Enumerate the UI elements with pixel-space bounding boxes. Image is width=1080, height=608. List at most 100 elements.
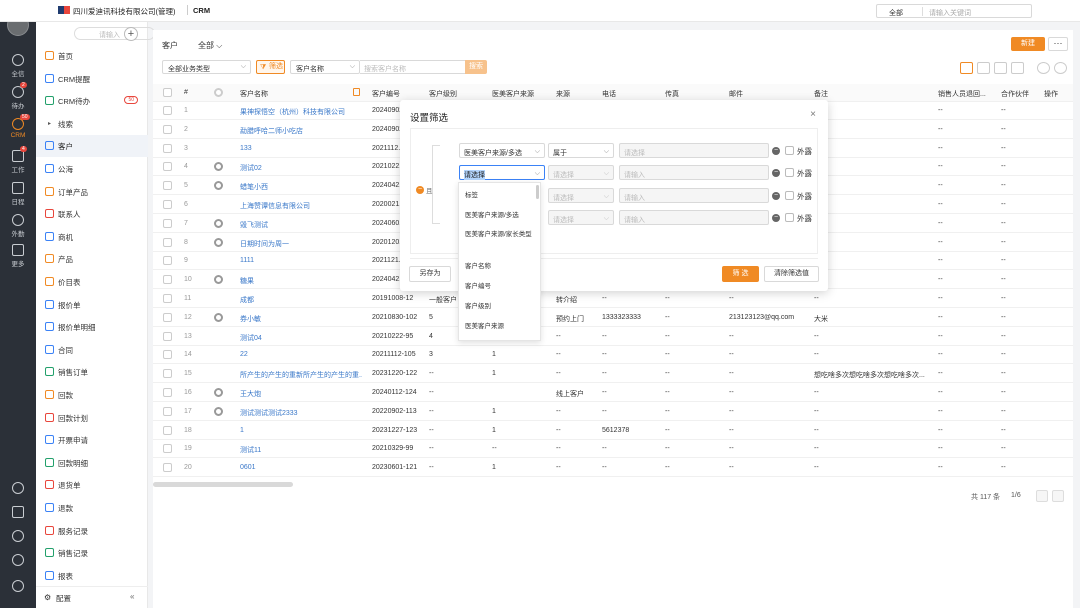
row-checkbox[interactable] xyxy=(163,350,172,360)
sidebar-item[interactable]: 退货单 xyxy=(36,474,148,496)
eye-icon[interactable] xyxy=(214,388,223,397)
table-row[interactable]: 14 22 20211112-105 3 1 -- -- -- -- -- -- -- xyxy=(153,346,1073,365)
sidebar-item[interactable]: 回款计划 xyxy=(36,407,148,429)
prev-page-button[interactable] xyxy=(1036,490,1048,502)
sidebar-item[interactable]: ▸ 线索 xyxy=(36,113,148,135)
row-checkbox[interactable] xyxy=(163,143,172,153)
row-checkbox[interactable] xyxy=(163,162,172,172)
row-checkbox[interactable] xyxy=(163,425,172,435)
dropdown-option[interactable]: 客户级别 xyxy=(465,302,535,312)
search-field-select[interactable]: 客户名称 ⌵ xyxy=(290,60,360,74)
cell-name[interactable]: 测试11 xyxy=(240,445,362,455)
search-scope-select[interactable]: 全部 xyxy=(889,8,903,18)
cell-name[interactable]: 果神探悟空（杭州）科技有限公司 xyxy=(240,107,362,117)
column-settings-icon[interactable] xyxy=(1037,62,1050,74)
eye-icon[interactable] xyxy=(214,406,223,416)
row-checkbox[interactable] xyxy=(163,463,172,473)
table-row[interactable]: 18 1 20231227-123 -- 1 -- 5612378 -- -- -- -- -- xyxy=(153,422,1073,440)
sidebar-item[interactable]: 回款明细 xyxy=(36,452,148,474)
cell-name[interactable]: 22 xyxy=(240,351,362,358)
table-row[interactable]: 16 王大炮 20240112-124 -- 线上客户 -- -- -- -- -- -- xyxy=(153,384,1073,402)
cell-name[interactable]: 1111 xyxy=(240,257,362,264)
clear-filter-button[interactable]: 清除筛选值 xyxy=(764,266,819,282)
field-select[interactable]: 医美客户来源/多选 ⌵ xyxy=(459,143,545,158)
row-checkbox[interactable] xyxy=(163,444,172,454)
value-input[interactable]: 请选择 xyxy=(619,143,769,158)
cell-name[interactable]: 蜡笔小西 xyxy=(240,182,362,192)
cell-name[interactable]: 成都 xyxy=(240,295,362,305)
expand-icon[interactable]: ▸ xyxy=(48,120,51,127)
cell-name[interactable]: 勐腊呼哈二师小吃店 xyxy=(240,126,362,136)
sidebar-item[interactable]: 价目表 xyxy=(36,271,148,293)
remove-condition-icon[interactable]: − xyxy=(772,214,780,222)
rail-item-field[interactable]: 外勤 xyxy=(0,214,36,238)
new-button[interactable]: 新建 xyxy=(1011,37,1045,51)
clock-icon[interactable] xyxy=(12,530,24,542)
row-checkbox[interactable] xyxy=(163,218,172,228)
cell-name[interactable]: 133 xyxy=(240,145,362,152)
expose-checkbox[interactable] xyxy=(785,146,794,155)
add-icon[interactable]: + xyxy=(124,27,138,41)
row-checkbox[interactable] xyxy=(163,331,172,341)
rail-item-work[interactable]: 4 工作 xyxy=(0,146,36,174)
eye-icon[interactable] xyxy=(214,275,223,285)
user-icon[interactable] xyxy=(12,554,24,566)
table-row[interactable]: 12 券小敏 20210830-102 5 预约上门 1333323333 -- 213123… xyxy=(153,309,1073,327)
sidebar-item[interactable]: 销售订单 xyxy=(36,361,148,383)
row-checkbox[interactable] xyxy=(163,256,172,266)
dropdown-option[interactable]: 客户编号 xyxy=(465,282,535,292)
cell-name[interactable]: 测试02 xyxy=(240,163,362,173)
cell-name[interactable]: 测试测试测试2333 xyxy=(240,408,362,418)
search-input[interactable]: 搜索客户名称 xyxy=(360,60,466,74)
row-checkbox[interactable] xyxy=(163,275,172,285)
sidebar-item[interactable]: 产品 xyxy=(36,248,148,270)
row-checkbox[interactable] xyxy=(163,124,172,134)
sidebar-item[interactable]: CRM待办 50 xyxy=(36,90,148,112)
value-input[interactable]: 请输入 xyxy=(619,188,769,203)
sidebar-item[interactable]: 开票申请 xyxy=(36,429,148,451)
operator-select[interactable]: 请选择 ⌵ xyxy=(548,165,614,180)
sidebar-item[interactable]: 服务记录 xyxy=(36,520,148,542)
remove-group-icon[interactable]: − xyxy=(416,186,424,194)
map-view-icon[interactable] xyxy=(977,62,990,74)
sidebar-item[interactable]: CRM提醒 xyxy=(36,68,148,90)
collapse-icon[interactable]: « xyxy=(130,592,134,601)
eye-icon[interactable] xyxy=(214,237,223,247)
rail-item-todo[interactable]: 2 待办 xyxy=(0,82,36,110)
cell-name[interactable]: 日期时间为周一 xyxy=(240,239,362,249)
sidebar-item[interactable]: 报价单 xyxy=(36,294,148,316)
remove-condition-icon[interactable]: − xyxy=(772,192,780,200)
table-row[interactable]: 19 测试11 20210329-99 -- -- -- -- -- -- -- -- -- xyxy=(153,440,1073,459)
cell-name[interactable]: 上海赞谭信息有限公司 xyxy=(240,201,362,211)
sidebar-item[interactable]: 报表 xyxy=(36,565,148,587)
select-all-checkbox[interactable] xyxy=(163,88,172,97)
close-icon[interactable]: × xyxy=(810,109,816,120)
sidebar-item[interactable]: 回款 xyxy=(36,384,148,406)
operator-select[interactable]: 属于 ⌵ xyxy=(548,143,614,158)
horizontal-scrollbar[interactable] xyxy=(153,482,293,487)
operator-select[interactable]: 请选择 ⌵ xyxy=(548,210,614,225)
sidebar-item[interactable]: 首页 xyxy=(36,45,148,67)
table-row[interactable]: 15 所产生的产生的重新所产生的产生的重... 20231220-122 -- 1 -- -… xyxy=(153,365,1073,384)
sidebar-item[interactable]: 客户 xyxy=(36,135,148,158)
view-select[interactable]: 全部 ⌵ xyxy=(198,40,222,51)
dropdown-option[interactable]: 标签 xyxy=(465,191,535,201)
sidebar-item[interactable]: 销售记录 xyxy=(36,542,148,564)
row-checkbox[interactable] xyxy=(163,181,172,191)
split-view-icon[interactable] xyxy=(1011,62,1024,74)
document-icon[interactable] xyxy=(12,506,24,518)
cell-name[interactable]: 王大炮 xyxy=(240,389,362,399)
table-row[interactable]: 17 测试测试测试2333 20220902-113 -- 1 -- -- -- -- -- -- -… xyxy=(153,403,1073,421)
sidebar-item[interactable]: 报价单明细 xyxy=(36,316,148,338)
cell-name[interactable]: 1 xyxy=(240,427,362,434)
expose-checkbox[interactable] xyxy=(785,213,794,222)
eye-icon[interactable] xyxy=(214,162,223,172)
biz-type-select[interactable]: 全部业务类型 ⌵ xyxy=(162,60,251,74)
operator-select[interactable]: 请选择 ⌵ xyxy=(548,188,614,203)
filter-button[interactable]: ⧩ 筛选 xyxy=(256,60,285,74)
rail-item-messages[interactable]: 全信 xyxy=(0,54,36,78)
remove-condition-icon[interactable]: − xyxy=(772,147,780,155)
row-checkbox[interactable] xyxy=(163,237,172,247)
remove-condition-icon[interactable]: − xyxy=(772,169,780,177)
eye-icon[interactable] xyxy=(214,181,223,191)
